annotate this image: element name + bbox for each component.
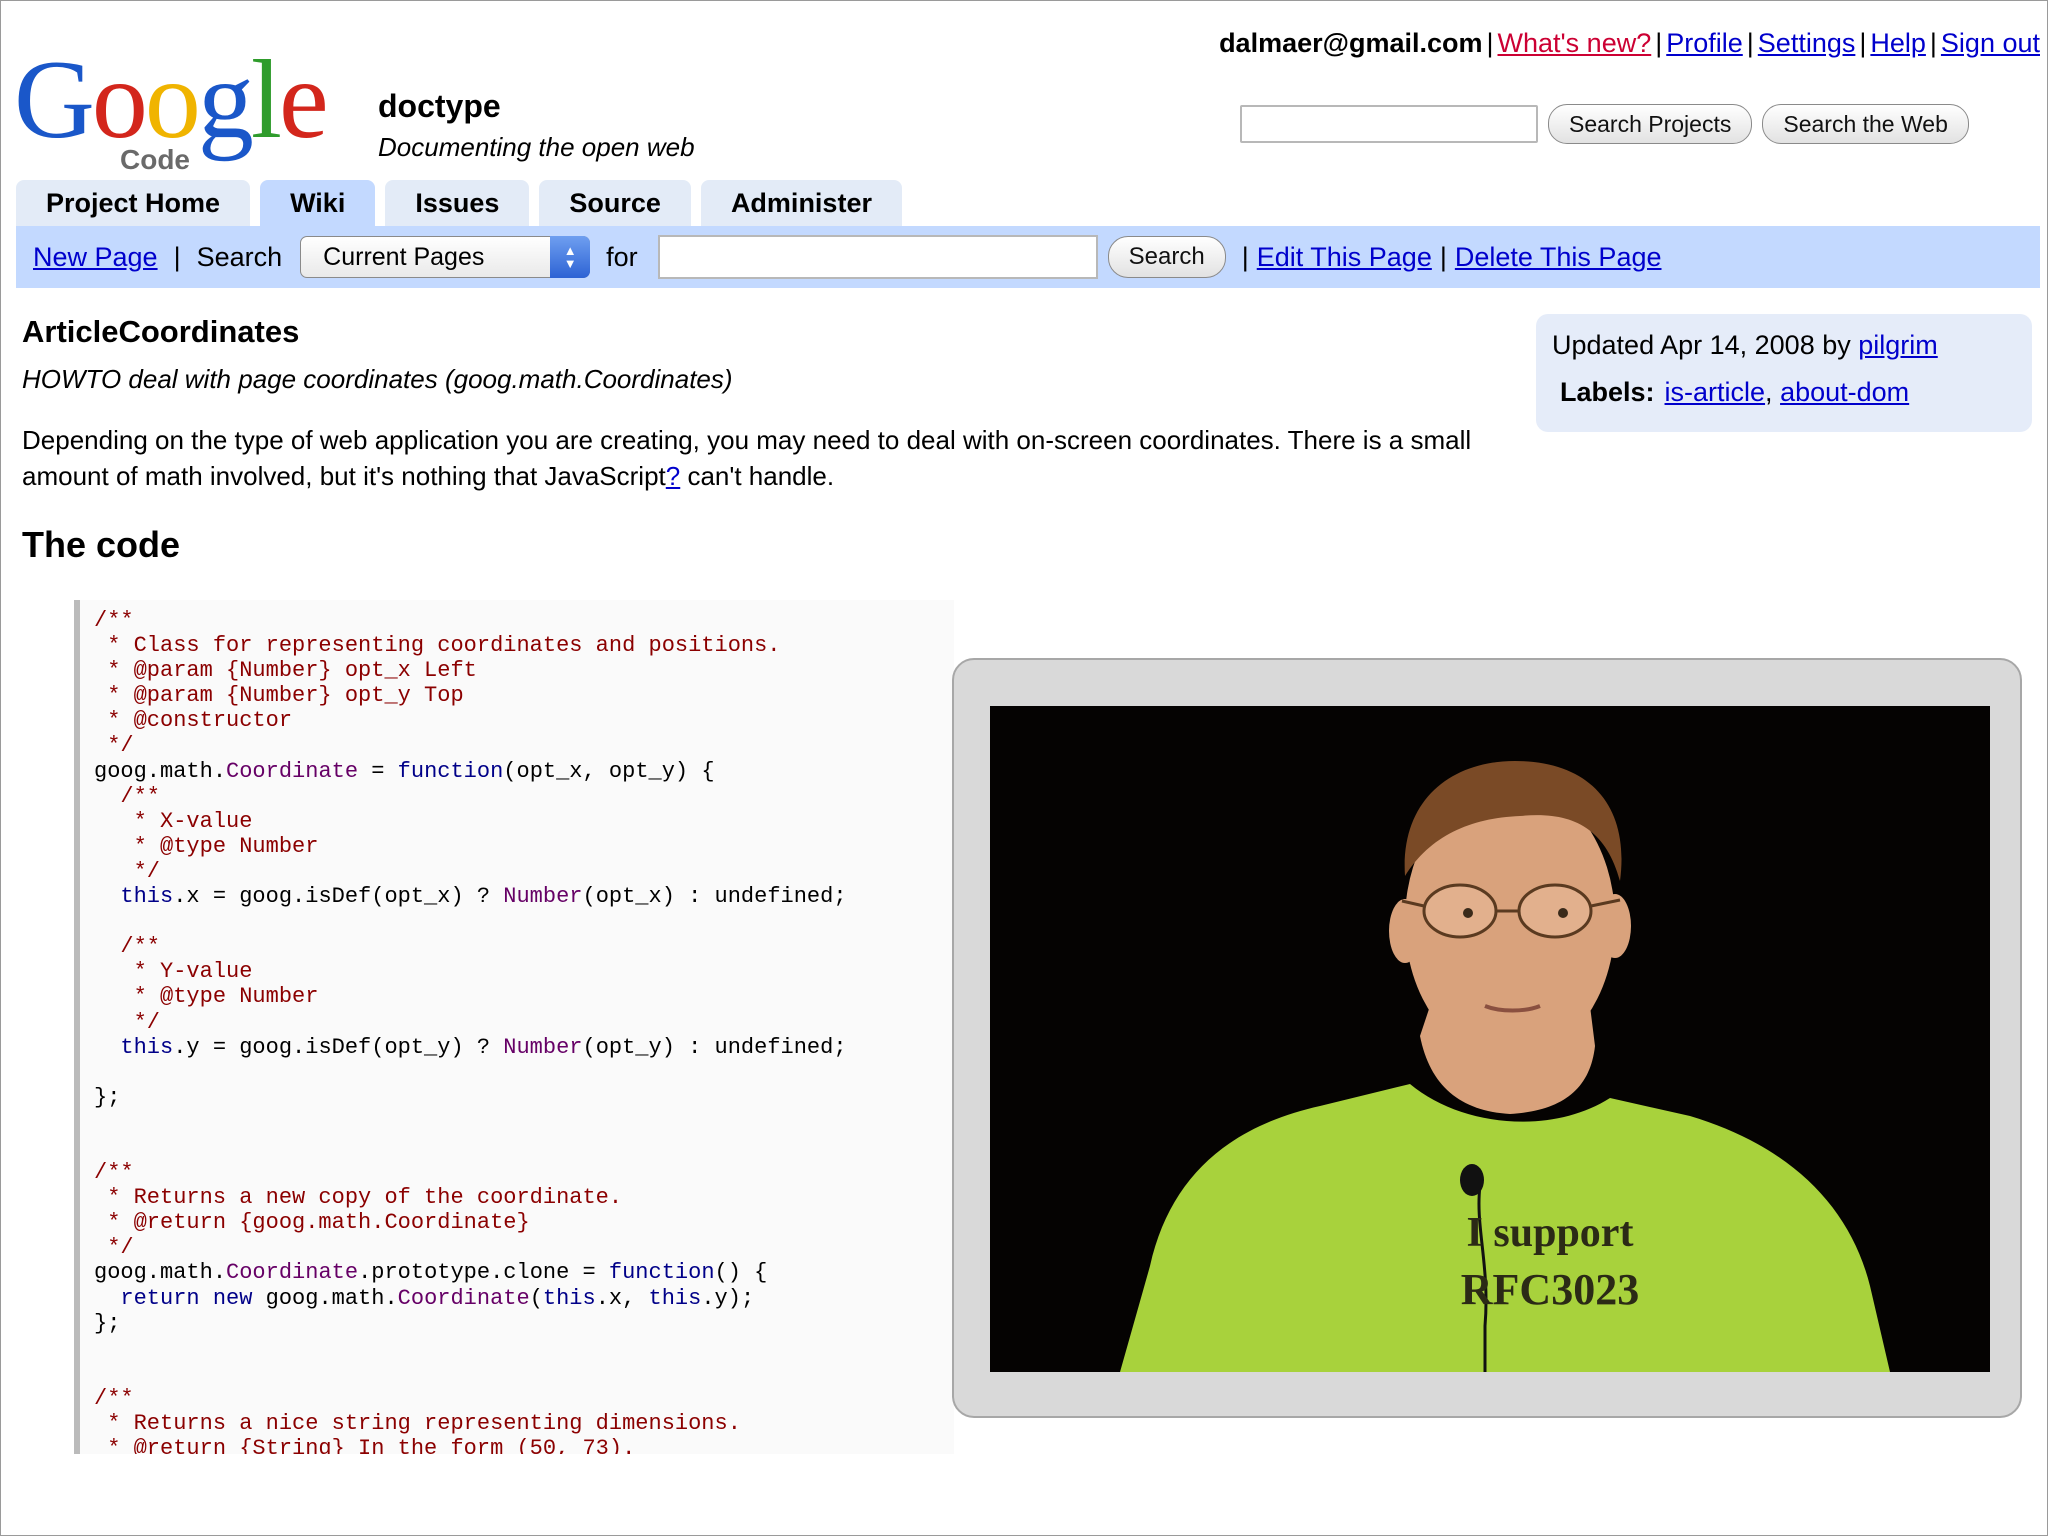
wiki-search-input[interactable] bbox=[657, 235, 1098, 279]
user-email: dalmaer@gmail.com bbox=[1219, 28, 1483, 58]
code-line: /** bbox=[94, 783, 161, 809]
wiki-scope-value: Current Pages bbox=[323, 242, 485, 271]
code-line: * Class for representing coordinates and… bbox=[94, 633, 781, 659]
delete-page-link[interactable]: Delete This Page bbox=[1455, 242, 1662, 273]
code-line: /** bbox=[94, 934, 161, 960]
google-wordmark: Google bbox=[14, 38, 329, 162]
google-code-logo[interactable]: Google Code bbox=[14, 44, 334, 180]
project-search-input[interactable] bbox=[1240, 105, 1538, 143]
code-line: this.y = goog.isDef(opt_y) ? Number(opt_… bbox=[94, 1034, 847, 1060]
wiki-toolbar: New Page | Search Current Pages ▲ ▼ for S… bbox=[16, 226, 2040, 288]
profile-link[interactable]: Profile bbox=[1666, 28, 1743, 58]
main-tabs: Project Home Wiki Issues Source Administ… bbox=[16, 180, 902, 226]
help-link[interactable]: Help bbox=[1870, 28, 1926, 58]
author-link[interactable]: pilgrim bbox=[1858, 330, 1938, 360]
code-line: * Returns a new copy of the coordinate. bbox=[94, 1185, 623, 1211]
label-link[interactable]: about-dom bbox=[1780, 377, 1909, 407]
for-label: for bbox=[606, 241, 638, 272]
code-line: * @param {Number} opt_y Top bbox=[94, 683, 464, 709]
code-line: this.x = goog.isDef(opt_x) ? Number(opt_… bbox=[94, 884, 847, 910]
code-line: /** bbox=[94, 1385, 134, 1411]
code-wordmark: Code bbox=[120, 144, 190, 175]
code-line: * @type Number bbox=[94, 833, 319, 859]
code-line: }; bbox=[94, 1310, 121, 1336]
tab-project-home[interactable]: Project Home bbox=[16, 180, 251, 226]
article-title: ArticleCoordinates bbox=[22, 314, 300, 349]
wiki-missing-page-link[interactable]: ? bbox=[666, 461, 680, 491]
project-summary: Documenting the open web bbox=[378, 132, 695, 162]
code-line: * @type Number bbox=[94, 984, 319, 1010]
code-line: */ bbox=[94, 1235, 134, 1261]
select-arrows-icon: ▲ ▼ bbox=[550, 236, 591, 278]
code-block: /** * Class for representing coordinates… bbox=[74, 600, 954, 1454]
project-search: Search Projects Search the Web bbox=[1240, 104, 1969, 144]
wiki-scope-select[interactable]: Current Pages ▲ ▼ bbox=[300, 236, 591, 278]
speaker-photo: I support RFC3023 bbox=[990, 706, 1990, 1372]
search-web-button[interactable]: Search the Web bbox=[1762, 104, 1969, 144]
sign-out-link[interactable]: Sign out bbox=[1941, 28, 2040, 58]
code-line: * @param {Number} opt_x Left bbox=[94, 658, 477, 684]
section-heading: The code bbox=[22, 524, 181, 565]
code-line: * Y-value bbox=[94, 959, 253, 985]
code-line: return new goog.math.Coordinate(this.x, … bbox=[94, 1285, 755, 1311]
tab-source[interactable]: Source bbox=[539, 180, 691, 226]
code-line: goog.math.Coordinate.prototype.clone = f… bbox=[94, 1260, 768, 1286]
shirt-text-line1: I support bbox=[1467, 1210, 1634, 1256]
speaker-photo-illustration: I support RFC3023 bbox=[990, 706, 1990, 1372]
label-link[interactable]: is-article bbox=[1665, 377, 1766, 407]
code-line: */ bbox=[94, 858, 161, 884]
code-line: }; bbox=[94, 1084, 121, 1110]
code-line: * @constructor bbox=[94, 708, 293, 734]
whats-new-link[interactable]: What's new? bbox=[1498, 28, 1652, 58]
shirt-text-line2: RFC3023 bbox=[1461, 1265, 1639, 1314]
project-name[interactable]: doctype bbox=[378, 88, 501, 125]
updated-text: Updated Apr 14, 2008 by bbox=[1552, 330, 1859, 360]
wiki-search-button[interactable]: Search bbox=[1107, 236, 1226, 278]
code-line: * X-value bbox=[94, 808, 253, 834]
search-projects-button[interactable]: Search Projects bbox=[1548, 104, 1753, 144]
tab-wiki[interactable]: Wiki bbox=[260, 180, 376, 226]
settings-link[interactable]: Settings bbox=[1758, 28, 1856, 58]
code-line: * @return {String} In the form (50, 73). bbox=[94, 1436, 636, 1454]
code-line: goog.math.Coordinate = function(opt_x, o… bbox=[94, 758, 715, 784]
new-page-link[interactable]: New Page bbox=[33, 242, 158, 273]
code-line: * @return {goog.math.Coordinate} bbox=[94, 1210, 530, 1236]
wiki-search-label: Search bbox=[196, 241, 283, 272]
edit-page-link[interactable]: Edit This Page bbox=[1257, 242, 1432, 273]
tab-issues[interactable]: Issues bbox=[385, 180, 530, 226]
labels-title: Labels: bbox=[1560, 377, 1655, 407]
user-bar: dalmaer@gmail.com | What's new? | Profile | Se… bbox=[1219, 28, 2040, 58]
code-line: * Returns a nice string representing dim… bbox=[94, 1411, 741, 1436]
tab-administer[interactable]: Administer bbox=[700, 180, 902, 226]
code-line: */ bbox=[94, 1009, 161, 1035]
code-line: /** bbox=[94, 1160, 134, 1186]
code-line: */ bbox=[94, 733, 134, 759]
article-summary: HOWTO deal with page coordinates (goog.m… bbox=[22, 364, 733, 394]
page-meta-box: Updated Apr 14, 2008 by pilgrim Labels: i… bbox=[1536, 314, 2032, 432]
code-line: /** bbox=[94, 608, 134, 633]
article-intro: Depending on the type of web application… bbox=[22, 425, 1472, 491]
